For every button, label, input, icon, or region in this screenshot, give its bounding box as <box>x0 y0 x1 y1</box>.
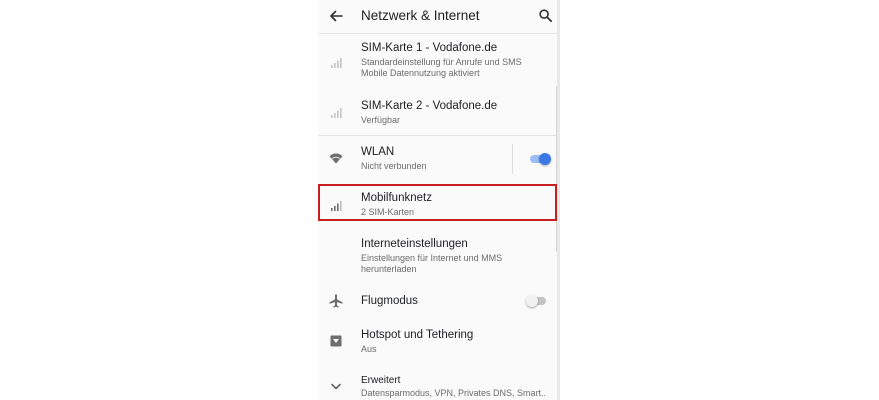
signal-bars-icon <box>331 108 342 118</box>
page-title: Netzwerk & Internet <box>361 8 480 23</box>
airplane-icon <box>329 294 343 308</box>
item-title: Flugmodus <box>361 295 418 307</box>
list-item-wlan[interactable]: WLAN Nicht verbunden <box>318 136 560 183</box>
wifi-icon <box>329 153 343 164</box>
item-title: SIM-Karte 1 - Vodafone.de <box>361 42 498 54</box>
item-summary: Nicht verbunden <box>361 161 427 171</box>
item-summary-2: herunterladen <box>361 264 417 274</box>
list-item-sim2[interactable]: SIM-Karte 2 - Vodafone.de Verfügbar <box>318 86 560 135</box>
arrow-back-icon[interactable] <box>328 8 344 24</box>
hotspot-icon <box>330 335 342 347</box>
item-title: SIM-Karte 2 - Vodafone.de <box>361 100 498 112</box>
item-title: WLAN <box>361 146 395 158</box>
item-summary: Verfügbar <box>361 115 401 125</box>
item-title: Interneteinstellungen <box>361 238 468 250</box>
list-item-internet-settings[interactable]: Interneteinstellungen Einstellungen für … <box>318 228 560 280</box>
signal-bars-icon <box>331 58 342 68</box>
item-summary: Standardeinstellung für Anrufe und SMS <box>361 57 522 67</box>
app-bar: Netzwerk & Internet <box>318 0 560 34</box>
list-item-airplane-mode[interactable]: Flugmodus <box>318 284 560 318</box>
toggle-separator <box>512 144 513 174</box>
chevron-down-icon <box>331 383 341 390</box>
item-title: Erweitert <box>361 375 401 386</box>
item-summary: Einstellungen für Internet und MMS <box>361 253 503 263</box>
screen-edge <box>557 0 560 400</box>
toggle-knob <box>526 295 538 307</box>
item-summary-2: Mobile Datennutzung aktiviert <box>361 68 480 78</box>
item-summary: Aus <box>361 344 377 354</box>
list-item-hotspot[interactable]: Hotspot und Tethering Aus <box>318 320 560 364</box>
item-title: Hotspot und Tethering <box>361 329 474 341</box>
list-item-advanced[interactable]: Erweitert Datensparmodus, VPN, Privates … <box>318 366 560 400</box>
list-item-sim1[interactable]: SIM-Karte 1 - Vodafone.de Standardeinste… <box>318 34 560 86</box>
highlight-box <box>318 184 557 221</box>
search-icon[interactable] <box>538 8 553 23</box>
toggle-knob <box>539 153 551 165</box>
item-summary: Datensparmodus, VPN, Privates DNS, Smart… <box>361 388 547 398</box>
